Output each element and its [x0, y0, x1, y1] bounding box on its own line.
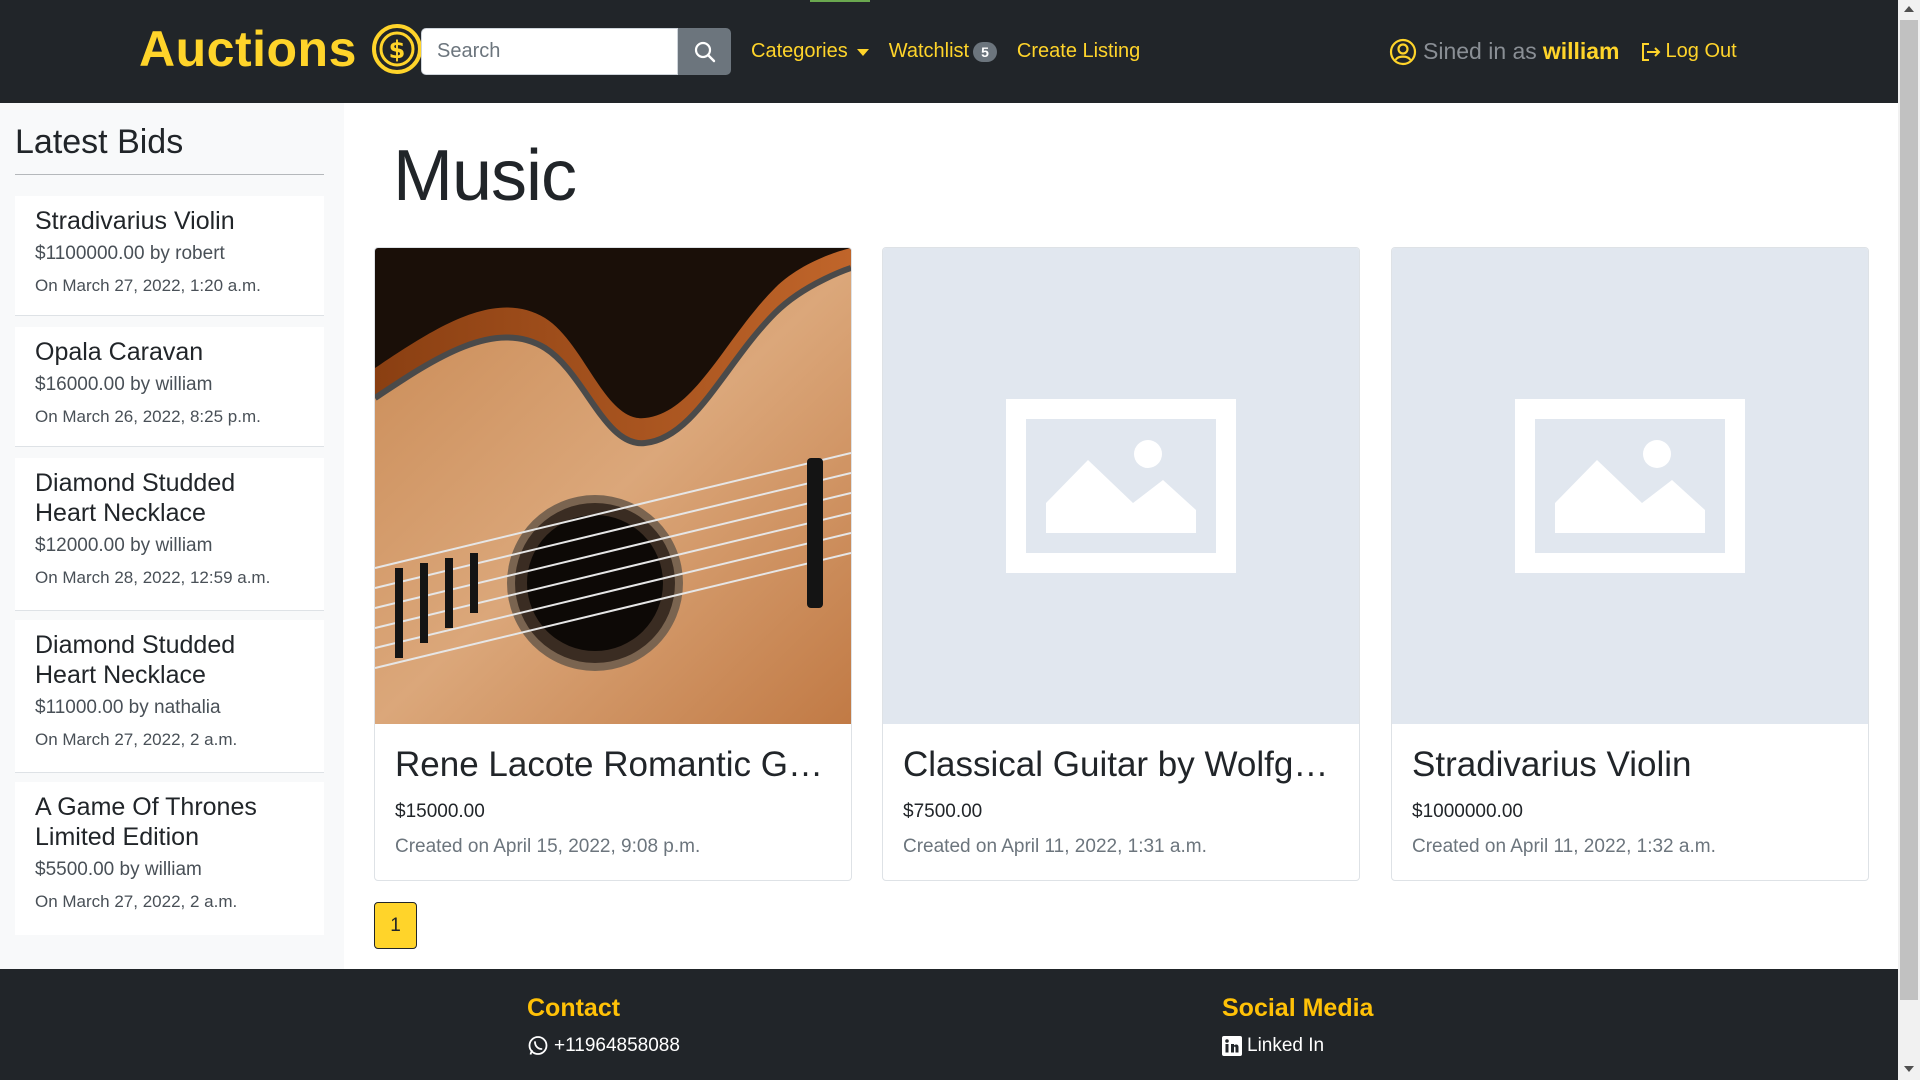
signed-in-text: Sined in as [1423, 38, 1537, 64]
bid-amount: $16000.00 by william [35, 374, 213, 395]
bid-item-title: Diamond Studded Heart Necklace [35, 469, 236, 527]
logout-label: Log Out [1665, 40, 1737, 62]
chevron-down-icon [856, 49, 869, 56]
listing-title[interactable]: Rene Lacote Romantic Guitar [395, 744, 831, 786]
brand-title: Auctions [139, 21, 357, 77]
listing-created-date: Created on April 11, 2022, 1:31 a.m. [903, 836, 1207, 857]
latest-bids-sidebar: Latest Bids Stradivarius Violin $1100000… [0, 103, 344, 969]
watchlist-link[interactable]: Watchlist 5 [889, 40, 997, 63]
categories-dropdown[interactable]: Categories [751, 40, 869, 63]
page-scrollbar[interactable] [1898, 0, 1920, 1080]
whatsapp-icon [528, 1036, 548, 1055]
listing-card[interactable]: Classical Guitar by Wolfgang $7500.00 Cr… [882, 247, 1360, 881]
listing-created-date: Created on April 15, 2022, 9:08 p.m. [395, 836, 701, 857]
bid-amount: $5500.00 by william [35, 859, 202, 880]
listing-card-body: Rene Lacote Romantic Guitar $15000.00 Cr… [375, 724, 851, 859]
search-form [421, 28, 731, 75]
bid-amount: $1100000.00 by robert [35, 243, 225, 264]
top-navbar: Auctions $ Categories Watchlist 5 Create… [0, 0, 1898, 103]
bid-item-title: Opala Caravan [35, 338, 204, 366]
logout-link[interactable]: Log Out [1640, 40, 1737, 63]
watchlist-label: Watchlist [888, 40, 970, 62]
listing-card[interactable]: Rene Lacote Romantic Guitar $15000.00 Cr… [374, 247, 852, 881]
sidebar-title: Latest Bids [15, 123, 184, 161]
footer-phone[interactable]: +11964858088 [527, 1035, 680, 1057]
bid-card[interactable]: Stradivarius Violin $1100000.00 by rober… [15, 196, 324, 316]
watchlist-count-badge: 5 [973, 41, 997, 62]
search-button[interactable] [678, 28, 731, 75]
footer-social: Social Media Linked In [1222, 994, 1373, 1057]
listing-created-date: Created on April 11, 2022, 1:32 a.m. [1412, 836, 1716, 857]
scroll-down-icon[interactable] [1904, 1066, 1914, 1072]
bid-card[interactable]: A Game Of Thrones Limited Edition $5500.… [15, 782, 324, 935]
logout-icon [1641, 42, 1660, 61]
bid-amount: $11000.00 by nathalia [35, 697, 221, 718]
footer-contact-heading: Contact [527, 994, 621, 1022]
pagination-page-button[interactable]: 1 [374, 902, 417, 949]
sidebar-divider [15, 174, 324, 175]
username: william [1542, 38, 1620, 64]
nav-links: Categories Watchlist 5 Create Listing [751, 28, 1160, 75]
footer-phone-number: +11964858088 [554, 1035, 680, 1056]
brand-logo-link[interactable]: Auctions $ [139, 17, 423, 81]
footer: Contact +11964858088 Social Media Linked… [0, 969, 1898, 1080]
image-placeholder-icon [883, 248, 1359, 724]
listing-card-body: Classical Guitar by Wolfgang $7500.00 Cr… [883, 724, 1359, 859]
bid-card[interactable]: Opala Caravan $16000.00 by william On Ma… [15, 327, 324, 447]
linkedin-icon [1222, 1036, 1242, 1056]
user-area: Sined in as william Log Out [1389, 28, 1737, 75]
bid-card[interactable]: Diamond Studded Heart Necklace $12000.00… [15, 458, 324, 611]
bid-item-title: Stradivarius Violin [35, 207, 235, 235]
dollar-coin-icon: $ [371, 24, 422, 74]
user-circle-icon [1389, 38, 1417, 65]
bid-date: On March 27, 2022, 1:20 a.m. [35, 276, 261, 295]
bid-item-title: A Game Of Thrones Limited Edition [35, 793, 257, 851]
nav-accent-line [810, 0, 870, 2]
listing-card[interactable]: Stradivarius Violin $1000000.00 Created … [1391, 247, 1869, 881]
search-icon [694, 41, 715, 62]
bid-date: On March 26, 2022, 8:25 p.m. [35, 407, 261, 426]
footer-contact: Contact +11964858088 [527, 994, 680, 1057]
bid-card[interactable]: Diamond Studded Heart Necklace $11000.00… [15, 620, 324, 773]
footer-linkedin[interactable]: Linked In [1222, 1035, 1373, 1057]
bid-item-title: Diamond Studded Heart Necklace [35, 631, 236, 689]
listing-price: $15000.00 [395, 801, 485, 822]
bid-date: On March 27, 2022, 2 a.m. [35, 730, 238, 749]
category-title: Music [393, 136, 577, 216]
guitar-photo [375, 248, 851, 724]
scrollbar-thumb[interactable] [1900, 20, 1918, 1000]
listing-title[interactable]: Stradivarius Violin [1412, 744, 1848, 786]
scroll-up-icon[interactable] [1904, 6, 1914, 12]
listing-price: $7500.00 [903, 801, 983, 822]
listing-title[interactable]: Classical Guitar by Wolfgang [903, 744, 1339, 786]
footer-social-heading: Social Media [1222, 994, 1374, 1022]
listing-price: $1000000.00 [1412, 801, 1523, 822]
bid-date: On March 27, 2022, 2 a.m. [35, 892, 238, 911]
image-placeholder-icon [1392, 248, 1868, 724]
footer-linkedin-label: Linked In [1247, 1035, 1325, 1056]
bid-amount: $12000.00 by william [35, 535, 213, 556]
categories-label: Categories [751, 40, 848, 62]
search-input[interactable] [421, 28, 678, 75]
svg-text:$: $ [389, 36, 406, 64]
create-listing-link[interactable]: Create Listing [1017, 40, 1140, 63]
listing-card-body: Stradivarius Violin $1000000.00 Created … [1392, 724, 1868, 859]
bid-date: On March 28, 2022, 12:59 a.m. [35, 568, 271, 587]
